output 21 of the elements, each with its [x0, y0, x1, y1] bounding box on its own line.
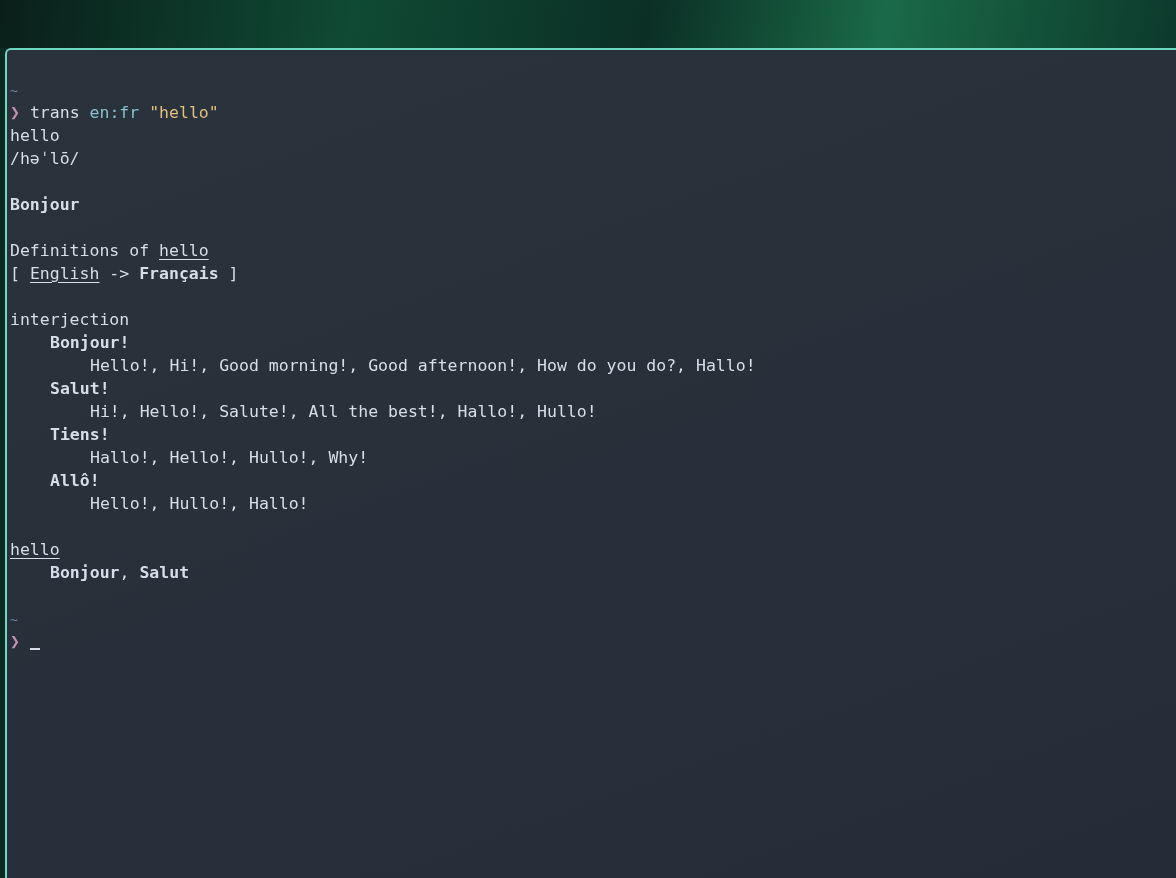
output-line: hello: [10, 540, 60, 559]
output-line: Definitions of hello: [10, 241, 209, 260]
directory-path: ~: [10, 83, 18, 98]
command-line: trans en:fr "hello": [29, 102, 219, 124]
output-line: Hallo!, Hello!, Hullo!, Why!: [90, 448, 369, 467]
output-line: Bonjour: [10, 195, 80, 214]
prompt-symbol: ❯: [10, 631, 20, 653]
output-line: hello: [10, 126, 60, 145]
output-line: interjection: [10, 310, 130, 329]
prompt-symbol: ❯: [10, 102, 20, 124]
output-line: Hello!, Hullo!, Hallo!: [90, 494, 309, 513]
output-line: Hello!, Hi!, Good morning!, Good afternoon!, How do you do?, Hallo!: [90, 356, 756, 375]
output-line: Bonjour!: [50, 333, 130, 352]
directory-path: ~: [10, 612, 18, 627]
output-line: /həˈlō/: [10, 149, 80, 168]
output-line: Allô!: [50, 471, 100, 490]
output-line: Tiens!: [50, 425, 110, 444]
output-line: Salut!: [50, 379, 110, 398]
output-line: Bonjour, Salut: [50, 563, 190, 582]
output-line: [ English -> Français ]: [10, 264, 239, 283]
output-line: Hi!, Hello!, Salute!, All the best!, Hallo!, Hullo!: [90, 402, 597, 421]
